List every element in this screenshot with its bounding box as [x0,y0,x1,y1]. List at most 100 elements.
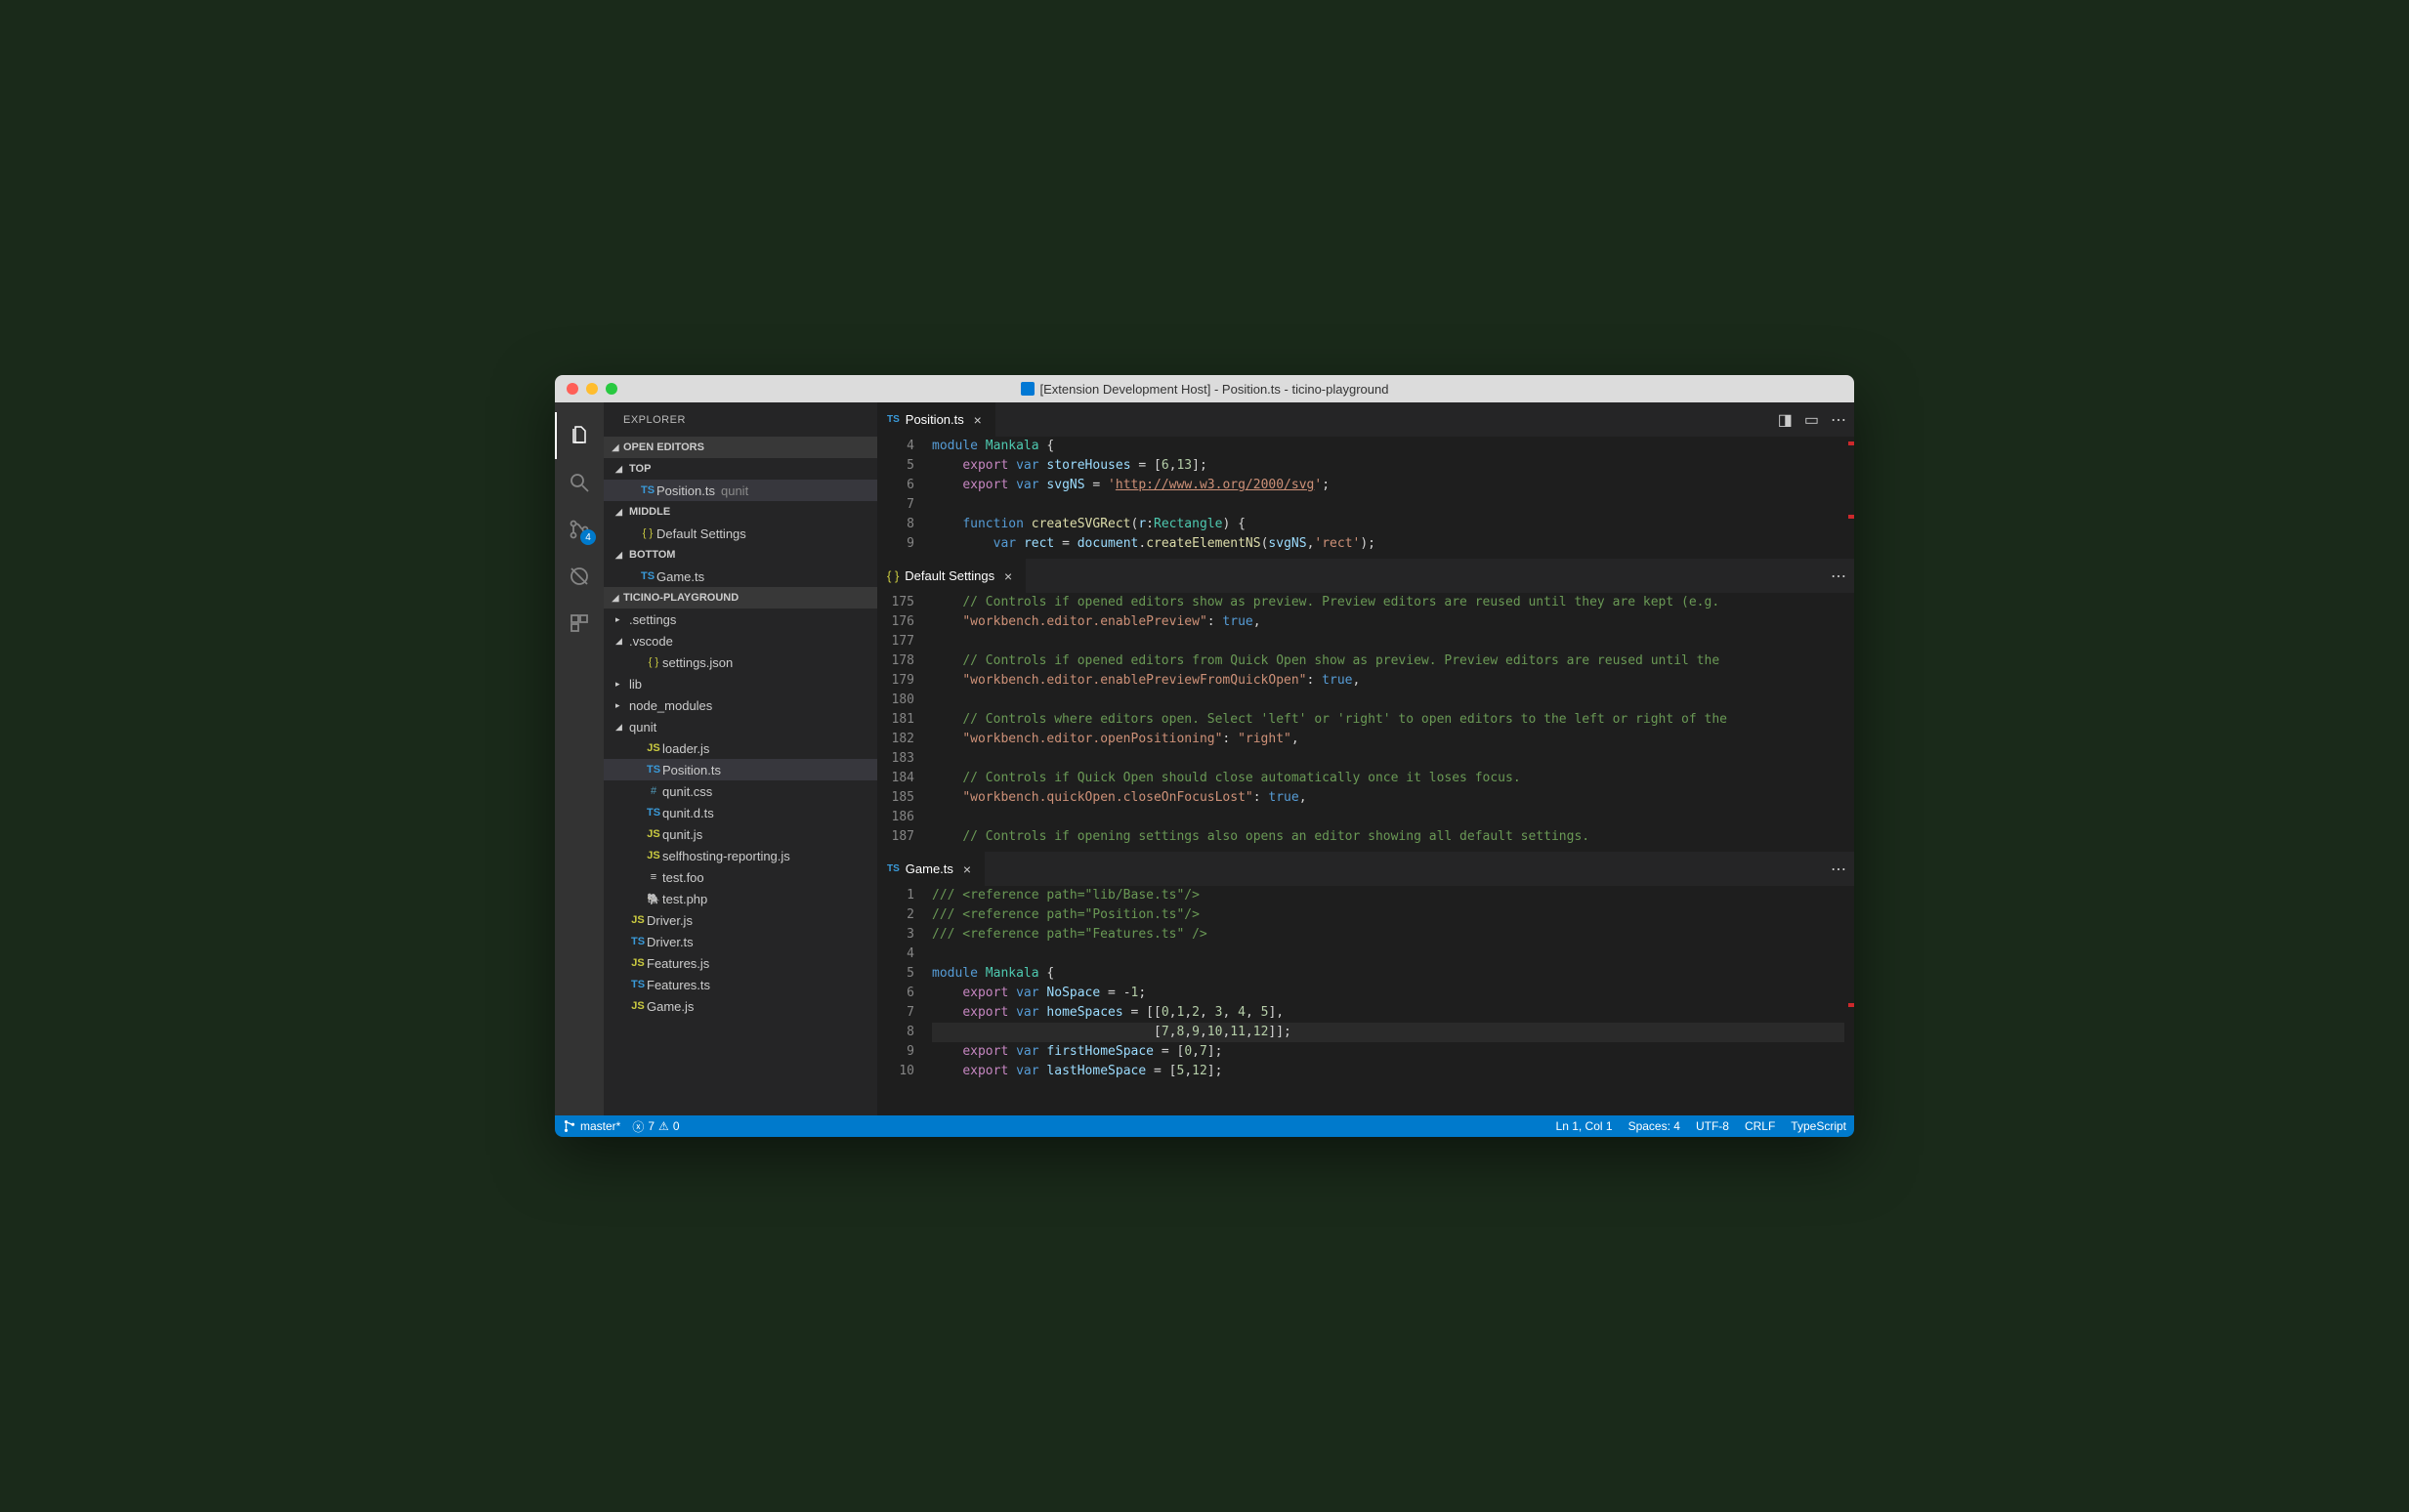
file-tree: ▸.settings◢.vscode{ }settings.json▸lib▸n… [604,609,877,1115]
chevron-down-icon: ◢ [608,593,623,604]
open-editor-item[interactable]: TSPosition.tsqunit [604,480,877,501]
json-icon: { } [887,568,899,583]
tree-file[interactable]: #qunit.css [604,780,877,802]
editor-area: TS Position.ts × ◨ ▭ ⋯ 456789 module Man… [877,402,1854,1115]
open-editors-group-header[interactable]: ◢TOP [604,458,877,480]
status-encoding[interactable]: UTF-8 [1696,1119,1729,1133]
warning-icon: ⚠ [658,1119,669,1133]
tree-file[interactable]: JSselfhosting-reporting.js [604,845,877,866]
tree-folder[interactable]: ▸.settings [604,609,877,630]
scm-badge: 4 [580,529,596,545]
search-icon [568,471,591,494]
error-icon: ⓧ [632,1118,644,1135]
activity-explorer[interactable] [555,412,604,459]
tree-file[interactable]: TSDriver.ts [604,931,877,952]
tab-actions-top: ◨ ▭ ⋯ [1778,410,1846,430]
section-open-editors[interactable]: ◢ OPEN EDITORS [604,437,877,458]
tree-file[interactable]: JSDriver.js [604,909,877,931]
open-editor-item[interactable]: TSGame.ts [604,566,877,587]
extensions-icon [568,611,591,635]
tree-file[interactable]: TSFeatures.ts [604,974,877,995]
tree-file[interactable]: JSGame.js [604,995,877,1017]
section-workspace-label: TICINO-PLAYGROUND [623,592,739,604]
main: 4 EXPLORER ◢ OPEN EDITORS ◢TOPTSPosition… [555,402,1854,1115]
close-icon[interactable]: × [959,861,975,877]
status-warnings-count: 0 [673,1119,680,1133]
tree-file[interactable]: JSqunit.js [604,823,877,845]
code-editor-top[interactable]: 456789 module Mankala { export var store… [877,437,1854,558]
section-open-editors-label: OPEN EDITORS [623,441,704,453]
tree-folder[interactable]: ▸node_modules [604,694,877,716]
statusbar: master* ⓧ 7 ⚠ 0 Ln 1, Col 1 Spaces: 4 UT… [555,1115,1854,1137]
open-editors-group-header[interactable]: ◢MIDDLE [604,501,877,523]
activity-scm[interactable]: 4 [555,506,604,553]
debug-icon [568,565,591,588]
status-cursor[interactable]: Ln 1, Col 1 [1556,1119,1613,1133]
titlebar: [Extension Development Host] - Position.… [555,375,1854,402]
activity-debug[interactable] [555,553,604,600]
files-icon [568,424,591,447]
activity-extensions[interactable] [555,600,604,647]
tabs-top: TS Position.ts × ◨ ▭ ⋯ [877,402,1854,437]
status-eol[interactable]: CRLF [1745,1119,1775,1133]
sidebar-title: EXPLORER [604,402,877,437]
tab-position-ts[interactable]: TS Position.ts × [877,402,995,437]
tab-actions-middle: ⋯ [1831,567,1846,586]
status-branch[interactable]: master* [563,1119,620,1133]
tree-file[interactable]: TSPosition.ts [604,759,877,780]
open-editors-group-header[interactable]: ◢BOTTOM [604,544,877,566]
tree-folder[interactable]: ◢.vscode [604,630,877,651]
traffic-lights [555,383,617,395]
typescript-icon: TS [887,414,900,425]
more-actions-icon[interactable]: ⋯ [1831,410,1846,430]
minimap[interactable] [1844,886,1854,1114]
tab-label: Default Settings [905,568,994,583]
close-icon[interactable]: × [970,412,986,428]
tab-game-ts[interactable]: TS Game.ts × [877,852,985,886]
status-language[interactable]: TypeScript [1791,1119,1846,1133]
more-actions-icon[interactable]: ⋯ [1831,567,1846,586]
tree-file[interactable]: JSFeatures.js [604,952,877,974]
tree-file[interactable]: ≡test.foo [604,866,877,888]
window-title: [Extension Development Host] - Position.… [555,382,1854,397]
typescript-icon: TS [887,863,900,874]
window-minimize-button[interactable] [586,383,598,395]
section-workspace[interactable]: ◢ TICINO-PLAYGROUND [604,587,877,609]
editor-group-top: TS Position.ts × ◨ ▭ ⋯ 456789 module Man… [877,402,1854,559]
window-title-text: [Extension Development Host] - Position.… [1040,382,1389,397]
tab-actions-bottom: ⋯ [1831,860,1846,879]
close-icon[interactable]: × [1000,568,1016,584]
window-maximize-button[interactable] [606,383,617,395]
more-actions-icon[interactable]: ⋯ [1831,860,1846,879]
git-branch-icon [563,1119,576,1133]
tab-label: Game.ts [906,861,953,876]
window: [Extension Development Host] - Position.… [555,375,1854,1137]
minimap[interactable] [1844,593,1854,851]
chevron-down-icon: ◢ [608,442,623,453]
status-problems[interactable]: ⓧ 7 ⚠ 0 [632,1118,679,1135]
tree-folder[interactable]: ◢qunit [604,716,877,737]
tree-folder[interactable]: ▸lib [604,673,877,694]
status-errors-count: 7 [648,1119,655,1133]
status-branch-label: master* [580,1119,620,1133]
window-close-button[interactable] [567,383,578,395]
tree-file[interactable]: TSqunit.d.ts [604,802,877,823]
code-editor-bottom[interactable]: 12345678910 /// <reference path="lib/Bas… [877,886,1854,1114]
tab-default-settings[interactable]: { } Default Settings × [877,559,1026,593]
editor-group-bottom: TS Game.ts × ⋯ 12345678910 /// <referenc… [877,852,1854,1115]
open-editor-item[interactable]: { }Default Settings [604,523,877,544]
split-editor-icon[interactable]: ◨ [1778,410,1793,430]
tree-file[interactable]: JSloader.js [604,737,877,759]
minimap[interactable] [1844,437,1854,558]
status-spaces[interactable]: Spaces: 4 [1628,1119,1680,1133]
tree-file[interactable]: 🐘test.php [604,888,877,909]
tabs-middle: { } Default Settings × ⋯ [877,559,1854,593]
tree-file[interactable]: { }settings.json [604,651,877,673]
tab-label: Position.ts [906,412,964,427]
code-editor-middle[interactable]: 175176177178179180181182183184185186187 … [877,593,1854,851]
toggle-layout-icon[interactable]: ▭ [1804,410,1819,430]
activity-search[interactable] [555,459,604,506]
vscode-icon [1021,382,1035,396]
tabs-bottom: TS Game.ts × ⋯ [877,852,1854,886]
editor-group-middle: { } Default Settings × ⋯ 175176177178179… [877,559,1854,852]
